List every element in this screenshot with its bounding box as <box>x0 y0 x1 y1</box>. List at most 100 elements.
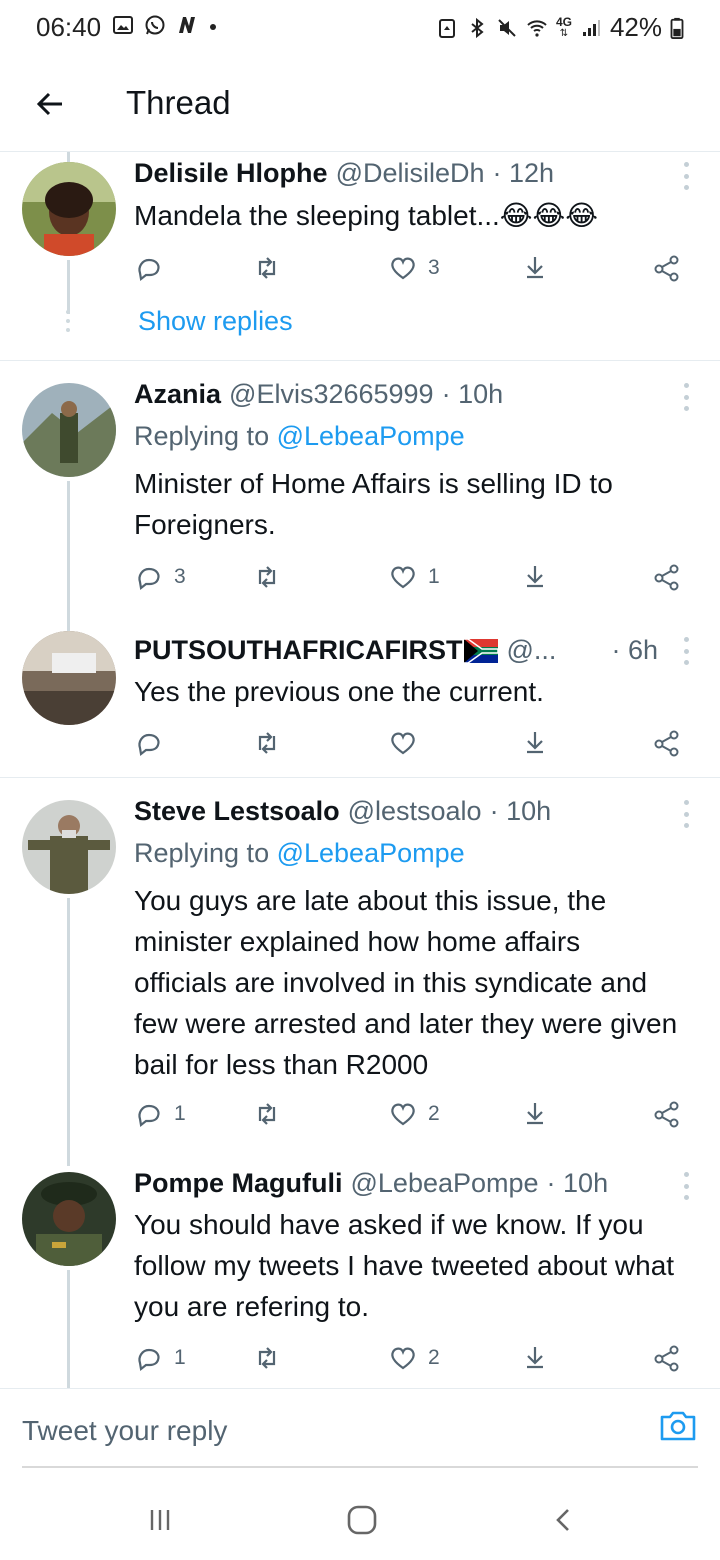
more-options-icon[interactable] <box>680 383 692 411</box>
gallery-icon <box>113 16 133 34</box>
reply-button[interactable]: 1 <box>134 1096 186 1132</box>
reply-input[interactable]: Tweet your reply <box>22 1415 227 1447</box>
reply-button[interactable] <box>134 250 174 286</box>
heart-icon <box>391 732 415 755</box>
retweet-button[interactable] <box>252 1340 282 1376</box>
author-name[interactable]: Azania <box>134 379 221 410</box>
mute-icon <box>498 18 516 37</box>
author-handle[interactable]: @LebeaPompe <box>351 1168 539 1199</box>
bookmark-button[interactable] <box>520 250 550 286</box>
south-africa-flag-icon <box>464 638 499 663</box>
tweet-actions: 1 2 <box>134 1096 682 1132</box>
tweet-actions <box>134 725 682 761</box>
thread-connector <box>67 601 70 631</box>
author-name[interactable]: Steve Lestsoalo <box>134 796 340 827</box>
app-header: Thread <box>0 56 720 152</box>
reply-button[interactable]: 1 <box>134 1340 186 1376</box>
back-nav-button[interactable] <box>544 1500 584 1540</box>
battery-percent: 42% <box>609 12 662 42</box>
camera-icon <box>660 1411 696 1441</box>
replying-handle[interactable]: @LebeaPompe <box>277 421 465 451</box>
bookmark-button[interactable] <box>520 1340 550 1376</box>
share-button[interactable] <box>652 725 682 761</box>
retweet-icon <box>258 732 276 754</box>
author-handle[interactable]: @Elvis32665999 <box>229 379 434 410</box>
like-button[interactable]: 1 <box>388 559 440 595</box>
author-handle[interactable]: @DelisileDh <box>336 158 485 189</box>
avatar[interactable] <box>22 800 116 894</box>
system-icons: 4G ⇅ 42% <box>436 12 684 43</box>
share-button[interactable] <box>652 1096 682 1132</box>
avatar[interactable] <box>22 162 116 256</box>
tweet-header: Azania @Elvis32665999 · 10h <box>134 379 658 410</box>
reply-count: 1 <box>174 1346 186 1369</box>
camera-button[interactable] <box>658 1405 698 1445</box>
arrow-left-icon <box>36 92 62 116</box>
author-handle[interactable]: @... <box>506 635 556 666</box>
n-icon <box>179 17 195 33</box>
tweet-card[interactable]: Pompe Magufuli @LebeaPompe · 10h You sho… <box>0 1166 720 1388</box>
more-options-icon[interactable] <box>680 162 692 190</box>
tweet-card[interactable]: Steve Lestsoalo @lestsoalo · 10h Replyin… <box>0 778 720 1166</box>
retweet-button[interactable] <box>252 559 282 595</box>
tweet-card[interactable]: Azania @Elvis32665999 · 10h Replying to … <box>0 361 720 601</box>
share-icon <box>654 730 679 757</box>
retweet-button[interactable] <box>252 1096 282 1132</box>
replying-prefix: Replying to <box>134 838 277 868</box>
back-button[interactable] <box>28 82 72 126</box>
more-options-icon[interactable] <box>680 637 692 665</box>
tweet-card[interactable]: PUTSOUTHAFRICAFIRST @... · 6h Yes the pr… <box>0 601 720 777</box>
share-icon <box>654 564 679 591</box>
retweet-button[interactable] <box>252 725 282 761</box>
tweet-text: You guys are late about this issue, the … <box>134 885 678 1080</box>
download-icon <box>527 257 543 279</box>
like-button[interactable]: 2 <box>388 1096 440 1132</box>
bluetooth-icon <box>471 17 484 38</box>
vpn-icon <box>438 18 455 38</box>
tweet-card[interactable]: Delisile Hlophe @DelisileDh · 12h Mandel… <box>0 152 720 360</box>
download-icon <box>527 1103 543 1125</box>
share-button[interactable] <box>652 1340 682 1376</box>
tweet-text: Yes the previous one the current. <box>134 676 544 707</box>
bookmark-button[interactable] <box>520 559 550 595</box>
reply-button[interactable]: 3 <box>134 559 186 595</box>
thread-connector <box>67 260 70 314</box>
bookmark-button[interactable] <box>520 1096 550 1132</box>
bookmark-button[interactable] <box>520 725 550 761</box>
replying-handle[interactable]: @LebeaPompe <box>277 838 465 868</box>
author-name[interactable]: PUTSOUTHAFRICAFIRST <box>134 635 462 666</box>
tweet-time: · 12h <box>492 158 555 188</box>
author-name[interactable]: Pompe Magufuli <box>134 1168 343 1199</box>
share-button[interactable] <box>652 559 682 595</box>
reply-button[interactable] <box>134 725 174 761</box>
author-name[interactable]: Delisile Hlophe <box>134 158 328 189</box>
like-button[interactable]: 3 <box>388 250 440 286</box>
network-type: 4G ⇅ <box>555 14 572 39</box>
like-button[interactable]: 2 <box>388 1340 440 1376</box>
like-button[interactable] <box>388 725 428 761</box>
dot-icon <box>210 24 216 30</box>
network-label: 4G <box>555 14 572 29</box>
home-button[interactable] <box>342 1500 382 1540</box>
share-button[interactable] <box>652 250 682 286</box>
tweet-header: Pompe Magufuli @LebeaPompe · 10h <box>134 1168 658 1199</box>
tweet-time: · 10h <box>489 796 552 826</box>
show-replies-link[interactable]: Show replies <box>138 306 293 337</box>
tweet-text: Minister of Home Affairs is selling ID t… <box>134 468 613 540</box>
home-icon <box>347 1505 377 1535</box>
like-count: 2 <box>428 1102 440 1125</box>
tweet-actions: 1 2 <box>134 1340 682 1376</box>
replying-to: Replying to @LebeaPompe <box>134 421 465 452</box>
avatar[interactable] <box>22 383 116 477</box>
recent-apps-button[interactable] <box>140 1500 180 1540</box>
avatar[interactable] <box>22 1172 116 1266</box>
avatar[interactable] <box>22 631 116 725</box>
tweet-time: · 6h <box>611 635 658 665</box>
author-handle[interactable]: @lestsoalo <box>348 796 482 827</box>
retweet-button[interactable] <box>252 250 282 286</box>
more-options-icon[interactable] <box>680 800 692 828</box>
reply-count: 3 <box>174 565 186 588</box>
more-options-icon[interactable] <box>680 1172 692 1200</box>
share-icon <box>654 1345 679 1372</box>
share-icon <box>654 255 679 282</box>
